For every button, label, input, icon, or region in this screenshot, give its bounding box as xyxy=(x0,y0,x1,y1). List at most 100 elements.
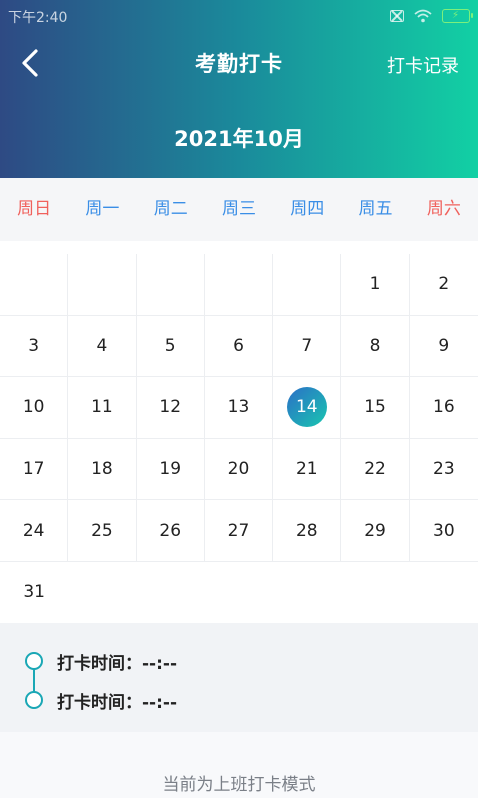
calendar-empty-cell xyxy=(68,254,137,315)
status-time: 下午2:40 xyxy=(8,10,68,26)
calendar-day-4[interactable]: 4 xyxy=(68,315,137,377)
calendar-day-21[interactable]: 21 xyxy=(273,438,342,500)
calendar-day-label: 23 xyxy=(433,459,455,480)
calendar-week-row: 17 18 19 20 21 22 23 xyxy=(0,438,478,501)
calendar-day-17[interactable]: 17 xyxy=(0,438,69,500)
calendar-empty-cell xyxy=(410,562,478,623)
calendar-day-label: 9 xyxy=(438,335,450,356)
calendar-day-29[interactable]: 29 xyxy=(341,500,410,561)
wifi-icon xyxy=(414,9,432,23)
punch-time-value: --:-- xyxy=(142,693,178,713)
calendar-day-16[interactable]: 16 xyxy=(410,377,478,438)
calendar-day-14[interactable]: 14 xyxy=(273,377,342,438)
calendar-day-2[interactable]: 2 xyxy=(410,254,478,315)
calendar-day-9[interactable]: 9 xyxy=(410,316,478,377)
calendar-day-1[interactable]: 1 xyxy=(341,254,410,315)
calendar-empty-cell xyxy=(137,562,205,623)
header: 下午2:40 ⚡ 考勤打卡 打卡记录 2021年10月 xyxy=(0,0,478,178)
calendar-day-label: 12 xyxy=(159,397,182,418)
calendar-week-row: 12 xyxy=(0,254,478,316)
calendar-day-label: 20 xyxy=(227,459,250,480)
month-title: 2021年10月 xyxy=(174,127,304,151)
calendar-day-15[interactable]: 15 xyxy=(341,377,410,438)
weekday-fri: 周五 xyxy=(358,199,393,219)
calendar-week-row: 10 11 12 13 14 15 16 xyxy=(0,377,478,439)
punch-time-label: 打卡时间： xyxy=(57,693,142,713)
punch-time-label: 打卡时间： xyxy=(57,654,142,674)
calendar-empty-cell xyxy=(273,562,341,623)
timeline-dot-end xyxy=(25,691,43,709)
calendar-day-label: 3 xyxy=(28,335,40,356)
calendar-day-label: 13 xyxy=(227,397,250,418)
calendar-day-label: 19 xyxy=(159,459,182,480)
calendar-day-24[interactable]: 24 xyxy=(0,500,69,561)
calendar-day-25[interactable]: 25 xyxy=(68,500,137,561)
calendar-day-13[interactable]: 13 xyxy=(205,377,274,438)
calendar-day-label: 2 xyxy=(438,274,450,295)
calendar-day-31[interactable]: 31 xyxy=(0,562,68,623)
calendar-day-19[interactable]: 19 xyxy=(137,438,205,500)
calendar-day-30[interactable]: 30 xyxy=(410,500,478,561)
calendar-empty-cell xyxy=(273,254,342,315)
calendar-day-11[interactable]: 11 xyxy=(68,377,137,438)
calendar-day-label: 18 xyxy=(91,459,113,480)
calendar-day-20[interactable]: 20 xyxy=(205,438,274,500)
calendar-day-label: 17 xyxy=(22,459,45,480)
calendar-day-27[interactable]: 27 xyxy=(205,500,274,561)
punch-record-link[interactable]: 打卡记录 xyxy=(387,52,459,78)
punch-time-row-2: 打卡时间：--:-- xyxy=(57,688,177,713)
calendar-empty-cell xyxy=(341,562,409,623)
calendar-day-22[interactable]: 22 xyxy=(341,438,410,500)
calendar-day-label: 10 xyxy=(22,397,45,418)
calendar-day-7[interactable]: 7 xyxy=(273,315,342,377)
calendar-week-row: 31 xyxy=(0,562,478,623)
punch-panel xyxy=(0,628,478,732)
calendar-week-row: 24 25 26 27 28 29 30 xyxy=(0,500,478,562)
calendar-day-26[interactable]: 26 xyxy=(137,500,205,561)
calendar-grid: 1 2 3 4 5 6 7 8 9 10 11 12 13 14 15 16 17 18 19 20 21 22 23 24 2… xyxy=(0,254,478,623)
punch-time-row-1: 打卡时间：--:-- xyxy=(57,649,177,674)
no-sim-icon xyxy=(390,10,404,22)
calendar-spacer xyxy=(0,241,478,254)
calendar-day-label: 8 xyxy=(369,335,381,356)
weekday-mon: 周一 xyxy=(85,199,120,219)
calendar-day-label: 26 xyxy=(159,520,182,541)
status-bar: 下午2:40 ⚡ xyxy=(0,0,478,32)
weekday-sat: 周六 xyxy=(426,199,461,219)
calendar-day-label: 25 xyxy=(91,520,113,541)
calendar-day-12[interactable]: 12 xyxy=(137,377,205,438)
calendar-day-label: 4 xyxy=(96,335,108,356)
calendar-empty-cell xyxy=(0,254,69,315)
calendar-day-5[interactable]: 5 xyxy=(137,315,205,377)
weekday-tue: 周二 xyxy=(153,199,188,219)
calendar-empty-cell xyxy=(68,562,136,623)
status-icons: ⚡ xyxy=(390,7,473,25)
calendar-day-8[interactable]: 8 xyxy=(341,315,410,377)
calendar-week-row: 3 4 5 6 7 8 9 xyxy=(0,315,478,378)
calendar-day-23[interactable]: 23 xyxy=(410,439,478,500)
calendar-day-label: 24 xyxy=(22,520,45,541)
calendar-day-label: 22 xyxy=(364,459,386,480)
punch-time-value: --:-- xyxy=(142,654,178,674)
selected-day-indicator: 14 xyxy=(286,387,327,428)
calendar-day-label: 1 xyxy=(369,274,381,295)
calendar-day-3[interactable]: 3 xyxy=(0,315,69,377)
weekday-thu: 周四 xyxy=(290,199,325,219)
calendar-day-label: 7 xyxy=(301,335,313,356)
calendar-day-28[interactable]: 28 xyxy=(273,500,342,561)
calendar-day-label: 27 xyxy=(227,520,250,541)
calendar-day-10[interactable]: 10 xyxy=(0,377,69,438)
weekday-wed: 周三 xyxy=(221,199,256,219)
battery-charging-icon: ⚡ xyxy=(442,9,473,23)
calendar-day-6[interactable]: 6 xyxy=(205,315,274,377)
weekday-sun: 周日 xyxy=(17,199,52,219)
calendar-empty-cell xyxy=(205,254,274,315)
weekday-header: 周日 周一 周二 周三 周四 周五 周六 xyxy=(0,178,478,241)
calendar-day-label: 21 xyxy=(295,459,318,480)
calendar-day-label: 28 xyxy=(295,520,318,541)
calendar-day-label: 30 xyxy=(433,520,455,541)
calendar-day-18[interactable]: 18 xyxy=(68,438,137,500)
calendar-empty-cell xyxy=(137,254,205,315)
calendar-day-label: 31 xyxy=(23,582,45,603)
calendar-empty-cell xyxy=(205,562,273,623)
